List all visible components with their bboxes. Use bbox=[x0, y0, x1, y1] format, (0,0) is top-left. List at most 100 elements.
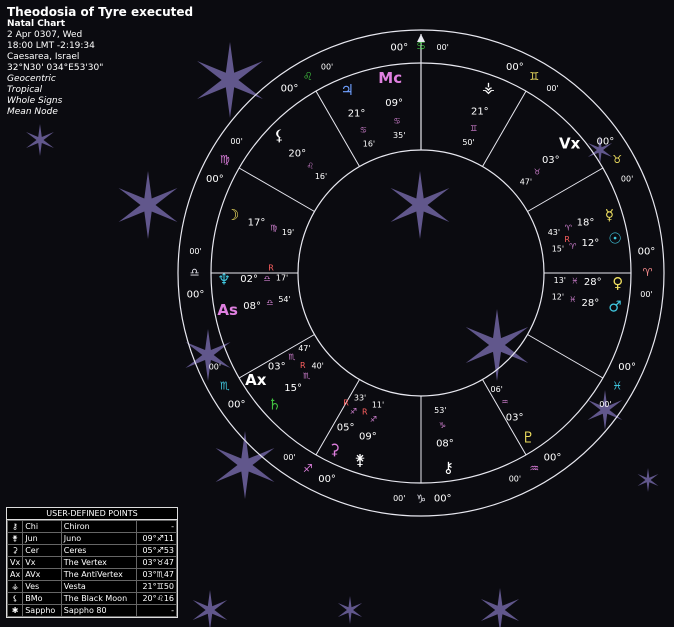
neptune-sign: ♎ bbox=[264, 274, 271, 283]
udp-row[interactable]: Ax AVx The AntiVertex 03°♏47 bbox=[6, 568, 178, 581]
chiron-glyph: ⚷ bbox=[443, 459, 454, 477]
cusp-sign-glyph: ♉ bbox=[612, 153, 622, 166]
cusp-minute: 00' bbox=[621, 175, 633, 184]
cusp-degree: 00° bbox=[618, 362, 636, 373]
cusp-degree: 00° bbox=[206, 174, 224, 185]
udp-row[interactable]: ⚷ Chi Chiron - bbox=[6, 520, 178, 533]
vertex-glyph: Vx bbox=[559, 134, 581, 152]
house-cusp-line-3 bbox=[238, 167, 315, 212]
ascendant-glyph: As bbox=[217, 301, 238, 319]
cusp-sign-glyph: ♍ bbox=[220, 153, 230, 166]
juno-minute: 11' bbox=[372, 401, 384, 410]
udp-abbr: Jun bbox=[22, 532, 62, 545]
house-cusp-8[interactable]: ♒ 00° 00' bbox=[509, 452, 562, 483]
cusp-sign-glyph: ♓ bbox=[612, 379, 622, 392]
midheaven-minute: 35' bbox=[393, 131, 405, 140]
jupiter-degree: 21° bbox=[348, 109, 366, 120]
saturn-degree: 15° bbox=[284, 383, 302, 394]
chiron-sign: ♑ bbox=[439, 421, 446, 430]
pluto-degree: 03° bbox=[506, 412, 524, 423]
mars-degree: 28° bbox=[582, 298, 600, 309]
house-cusp-7[interactable]: ♑ 00° 00' bbox=[393, 493, 451, 506]
house-cusp-2[interactable]: ♌ 00° 00' bbox=[281, 62, 334, 94]
planet-juno[interactable]: ⚵ 09° ♐ 11' R bbox=[355, 401, 385, 469]
udp-table: ⚷ Chi Chiron - ⚵ Jun Juno 09°♐11 ⚳ Cer Ceres 05°♐53… bbox=[6, 520, 178, 617]
cusp-degree: 00° bbox=[390, 43, 408, 54]
planet-mars[interactable]: ♂ 28° ♓ 12' bbox=[552, 293, 622, 316]
house-cusp-5[interactable]: ♏ 00° 00' bbox=[209, 362, 246, 410]
house-cusp-10[interactable]: ♈ 00° 00' bbox=[638, 246, 656, 299]
udp-row[interactable]: ⚵ Jun Juno 09°♐11 bbox=[6, 532, 178, 545]
ceres-sign: ♐ bbox=[350, 407, 357, 416]
house-cusp-4[interactable]: ♎ 00° 00' bbox=[187, 247, 205, 301]
planet-venus[interactable]: ♀ 28° ♓ 13' bbox=[554, 274, 624, 292]
ascendant-minute: 54' bbox=[278, 295, 290, 304]
cusp-sign-glyph: ♈ bbox=[643, 266, 653, 279]
udp-row[interactable]: ⚸ BMo The Black Moon 20°♌16 bbox=[6, 592, 178, 605]
udp-value: 20°♌16 bbox=[135, 592, 178, 605]
planet-pluto[interactable]: ♇ 03° ♒ 06' bbox=[491, 385, 536, 447]
udp-row[interactable]: ⚶ Ves Vesta 21°♊50 bbox=[6, 580, 178, 593]
jupiter-sign: ♋ bbox=[360, 126, 367, 135]
cusp-degree: 00° bbox=[544, 452, 562, 463]
neptune-retrograde: R bbox=[268, 263, 274, 272]
planet-vesta[interactable]: ⚶ 21° ♊ 50' bbox=[462, 78, 494, 147]
cusp-minute: 00' bbox=[321, 62, 333, 71]
udp-value: - bbox=[135, 604, 178, 617]
saturn-glyph: ♄ bbox=[268, 395, 281, 413]
venus-sign: ♓ bbox=[571, 277, 578, 286]
planet-ceres[interactable]: ⚳ 05° ♐ 33' R bbox=[329, 393, 366, 458]
planet-ascendant[interactable]: As 08° ♎ 54' bbox=[217, 295, 290, 319]
udp-abbr: BMo bbox=[22, 592, 62, 605]
cusp-sign-glyph: ♎ bbox=[190, 266, 200, 279]
planet-vertex[interactable]: Vx 03°♉47' bbox=[520, 134, 581, 186]
chiron-minute: 53' bbox=[434, 406, 446, 415]
neptune-minute: 17' bbox=[276, 273, 288, 282]
sun-minute: 15' bbox=[552, 244, 564, 253]
saturn-retrograde: R bbox=[300, 361, 306, 370]
udp-row[interactable]: ⚳ Cer Ceres 05°♐53 bbox=[6, 544, 178, 557]
house-cusp-11[interactable]: ♉ 00° 00' bbox=[597, 136, 634, 183]
antivertex-minute: 47' bbox=[298, 344, 310, 353]
juno-degree: 09° bbox=[359, 432, 377, 443]
vesta-glyph: ⚶ bbox=[482, 78, 495, 96]
udp-glyph: ⚶ bbox=[6, 580, 24, 593]
house-cusp-line-2 bbox=[315, 90, 360, 167]
cusp-minute: 00' bbox=[283, 453, 295, 462]
house-cusp-3[interactable]: ♍ 00° 00' bbox=[206, 137, 243, 185]
midheaven-glyph: Mc bbox=[378, 69, 402, 87]
udp-glyph: ✱ bbox=[6, 604, 24, 617]
planet-moon[interactable]: ☽ 17° ♍ 19' bbox=[226, 206, 294, 237]
mercury-degree: 18° bbox=[577, 218, 595, 229]
house-cusp-1[interactable]: ♋ 00° 00' bbox=[390, 40, 448, 54]
house-cusp-6[interactable]: ♐ 00° 00' bbox=[283, 453, 336, 485]
house-cusp-line-9 bbox=[527, 334, 604, 379]
moon-degree: 17° bbox=[248, 218, 266, 229]
udp-abbr: AVx bbox=[22, 568, 62, 581]
cusp-degree: 00° bbox=[506, 62, 524, 73]
sun-degree: 12° bbox=[582, 238, 600, 249]
planet-midheaven[interactable]: Mc 09° ♋ 35' bbox=[378, 69, 405, 140]
planet-neptune[interactable]: ♆ 02° ♎ 17'R bbox=[217, 263, 288, 288]
cusp-minute: 00' bbox=[437, 43, 449, 52]
udp-value: 21°♊50 bbox=[135, 580, 178, 593]
udp-name: The Black Moon bbox=[60, 592, 137, 605]
planet-jupiter[interactable]: ♃ 21° ♋ 16' bbox=[340, 81, 375, 149]
house-cusp-9[interactable]: ♓ 00° 00' bbox=[599, 362, 636, 409]
udp-row[interactable]: ✱ Sappho Sappho 80- bbox=[6, 604, 178, 617]
udp-glyph: ⚸ bbox=[6, 592, 24, 605]
planet-black-moon[interactable]: ⚸20°♌16' bbox=[274, 127, 327, 181]
planet-sun[interactable]: ☉ 12° ♈ 15' bbox=[552, 229, 622, 253]
venus-minute: 13' bbox=[554, 276, 566, 285]
house-cusp-12[interactable]: ♊ 00° 00' bbox=[506, 62, 559, 93]
antivertex-degree: 03° bbox=[268, 362, 286, 373]
udp-row[interactable]: Vx Vx The Vertex 03°♉47 bbox=[6, 556, 178, 569]
sun-glyph: ☉ bbox=[608, 229, 621, 247]
planet-chiron[interactable]: ⚷ 08° ♑ 53' bbox=[434, 406, 454, 476]
udp-glyph: Ax bbox=[6, 568, 24, 581]
mercury-minute: 43' bbox=[548, 228, 560, 237]
moon-glyph: ☽ bbox=[226, 206, 239, 224]
vesta-minute: 50' bbox=[462, 138, 474, 147]
cusp-minute: 00' bbox=[189, 247, 201, 256]
udp-abbr: Chi bbox=[22, 520, 62, 533]
